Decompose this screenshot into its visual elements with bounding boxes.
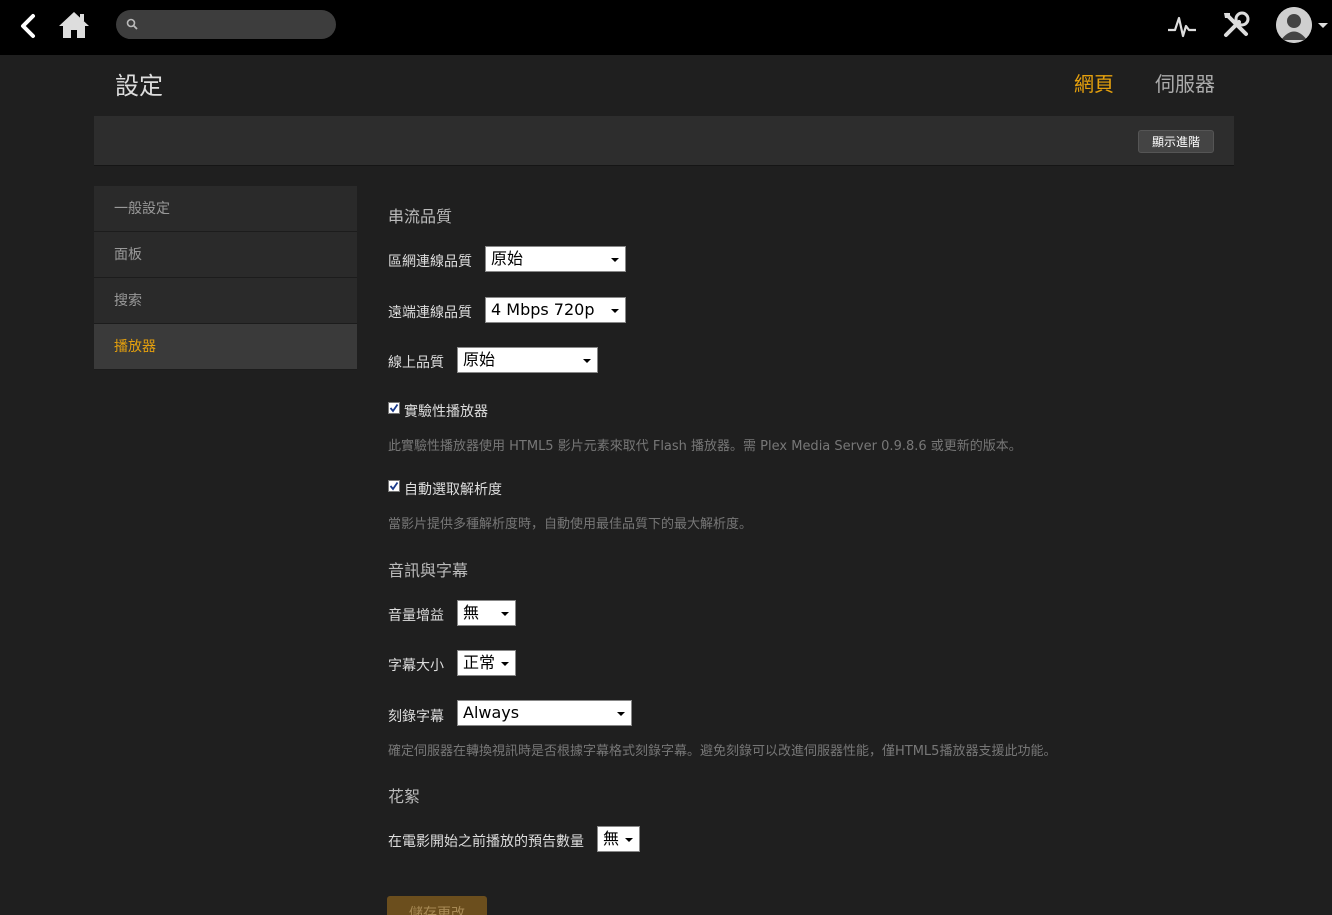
sidebar-item-general[interactable]: 一般設定 bbox=[94, 186, 357, 232]
experimental-player-help: 此實驗性播放器使用 HTML5 影片元素來取代 Flash 播放器。需 Plex… bbox=[388, 439, 1022, 454]
volume-boost-label: 音量增益 bbox=[388, 608, 444, 624]
experimental-player-label: 實驗性播放器 bbox=[404, 404, 488, 420]
sidebar-item-player[interactable]: 播放器 bbox=[94, 324, 357, 370]
lan-quality-value: 原始 bbox=[491, 249, 524, 268]
online-quality-select[interactable]: 原始 bbox=[457, 347, 598, 373]
burn-subtitles-value: Always bbox=[463, 703, 520, 722]
online-quality-label: 線上品質 bbox=[388, 355, 444, 371]
online-quality-value: 原始 bbox=[463, 350, 496, 369]
home-icon[interactable] bbox=[58, 10, 90, 40]
auto-resolution-checkbox[interactable] bbox=[388, 480, 400, 492]
trailers-count-label: 在電影開始之前播放的預告數量 bbox=[388, 834, 584, 850]
volume-boost-value: 無 bbox=[463, 603, 480, 622]
lan-quality-select[interactable]: 原始 bbox=[485, 246, 626, 272]
sidebar-item-search[interactable]: 搜索 bbox=[94, 278, 357, 324]
user-avatar-icon[interactable] bbox=[1276, 7, 1312, 43]
chevron-down-icon[interactable] bbox=[1317, 22, 1329, 30]
burn-subtitles-select[interactable]: Always bbox=[457, 700, 632, 726]
remote-quality-value: 4 Mbps 720p bbox=[491, 300, 595, 319]
remote-quality-select[interactable]: 4 Mbps 720p bbox=[485, 297, 626, 323]
tab-web[interactable]: 網頁 bbox=[1074, 68, 1114, 97]
chevron-down-icon bbox=[625, 838, 633, 842]
remote-quality-label: 遠端連線品質 bbox=[388, 305, 472, 321]
top-navigation-bar bbox=[0, 0, 1332, 55]
trailers-count-select[interactable]: 無 bbox=[597, 826, 640, 852]
page-title: 設定 bbox=[115, 72, 163, 100]
section-title-audio-subtitles: 音訊與字幕 bbox=[388, 561, 469, 580]
auto-resolution-help: 當影片提供多種解析度時，自動使用最佳品質下的最大解析度。 bbox=[388, 517, 753, 532]
chevron-down-icon bbox=[501, 662, 509, 666]
tools-icon[interactable] bbox=[1221, 10, 1251, 40]
checkmark-icon bbox=[389, 403, 399, 413]
checkmark-icon bbox=[389, 481, 399, 491]
chevron-down-icon bbox=[501, 612, 509, 616]
subtitle-size-label: 字幕大小 bbox=[388, 658, 444, 674]
subtitle-size-value: 正常 bbox=[463, 653, 496, 672]
burn-subtitles-help: 確定伺服器在轉換視訊時是否根據字幕格式刻錄字幕。避免刻錄可以改進伺服器性能，僅H… bbox=[388, 744, 1057, 759]
chevron-down-icon bbox=[617, 712, 625, 716]
back-arrow-icon[interactable] bbox=[14, 12, 40, 40]
chevron-down-icon bbox=[611, 258, 619, 262]
auto-resolution-label: 自動選取解析度 bbox=[404, 482, 502, 498]
activity-icon[interactable] bbox=[1166, 12, 1198, 40]
chevron-down-icon bbox=[583, 359, 591, 363]
trailers-count-value: 無 bbox=[603, 829, 620, 848]
lan-quality-label: 區網連線品質 bbox=[388, 254, 472, 270]
save-changes-button[interactable]: 儲存更改 bbox=[387, 896, 487, 915]
experimental-player-checkbox[interactable] bbox=[388, 402, 400, 414]
section-title-streaming-quality: 串流品質 bbox=[388, 207, 453, 226]
subtitle-size-select[interactable]: 正常 bbox=[457, 650, 516, 676]
settings-toolbar bbox=[94, 116, 1234, 166]
tab-server[interactable]: 伺服器 bbox=[1155, 68, 1215, 97]
settings-sidebar: 一般設定 面板 搜索 播放器 bbox=[94, 186, 357, 370]
chevron-down-icon bbox=[611, 309, 619, 313]
sidebar-item-dashboard[interactable]: 面板 bbox=[94, 232, 357, 278]
search-input[interactable] bbox=[116, 10, 336, 39]
search-icon bbox=[126, 18, 138, 30]
volume-boost-select[interactable]: 無 bbox=[457, 600, 516, 626]
section-title-extras: 花絮 bbox=[388, 787, 421, 806]
burn-subtitles-label: 刻錄字幕 bbox=[388, 709, 444, 725]
show-advanced-button[interactable]: 顯示進階 bbox=[1138, 130, 1214, 153]
